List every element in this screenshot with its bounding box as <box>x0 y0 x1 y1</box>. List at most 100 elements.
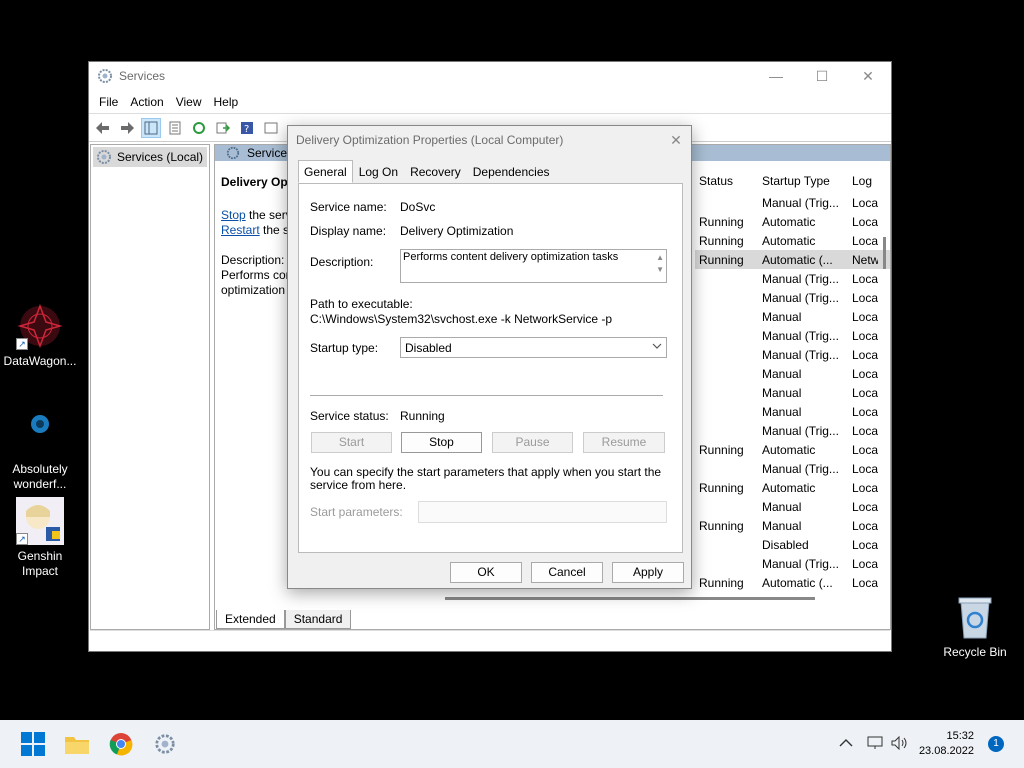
stop-button[interactable]: Stop <box>401 432 482 453</box>
services-gear-icon[interactable] <box>151 730 179 758</box>
start-parameters-input[interactable] <box>418 501 667 523</box>
refresh-icon[interactable] <box>189 118 209 138</box>
scroll-up-icon[interactable]: ▲ <box>656 252 664 264</box>
resume-button[interactable]: Resume <box>583 432 665 453</box>
table-row[interactable]: Running Automatic Loca <box>695 440 890 459</box>
cell-startup: Manual (Trig... <box>762 328 839 343</box>
help-icon[interactable]: ? <box>237 118 257 138</box>
horizontal-scrollbar[interactable] <box>445 597 815 600</box>
forward-arrow-icon[interactable] <box>117 118 137 138</box>
tab-standard[interactable]: Standard <box>284 610 352 629</box>
column-startup-type[interactable]: Startup Type <box>758 174 848 188</box>
cell-startup: Manual (Trig... <box>762 423 839 438</box>
cell-log: Loca <box>852 575 878 590</box>
services-titlebar[interactable]: Services — ☐ ✕ <box>89 62 891 90</box>
close-icon[interactable]: ✕ <box>661 132 691 149</box>
chevron-up-icon[interactable] <box>839 737 853 751</box>
column-log-on-as[interactable]: Log <box>848 174 878 188</box>
menu-action[interactable]: Action <box>124 95 169 109</box>
clock[interactable]: 15:32 23.08.2022 <box>919 729 974 759</box>
cell-startup: Manual <box>762 309 802 324</box>
cell-log: Loca <box>852 423 878 438</box>
table-row[interactable]: Manual (Trig... Loca <box>695 554 890 573</box>
tree-item-services-local[interactable]: Services (Local) <box>93 147 207 167</box>
table-row[interactable]: Manual Loca <box>695 307 890 326</box>
tab-recovery[interactable]: Recovery <box>404 160 467 183</box>
desktop-icon-label: Absolutely wonderf... <box>12 462 68 491</box>
cell-log: Loca <box>852 556 878 571</box>
file-explorer-icon[interactable] <box>63 730 91 758</box>
export-icon[interactable] <box>213 118 233 138</box>
table-row[interactable]: Running Automatic (... Netw <box>695 250 890 269</box>
genshin-impact-icon: ↗ <box>16 497 64 545</box>
console-tree-icon[interactable] <box>141 117 161 138</box>
maximize-icon[interactable]: ☐ <box>799 62 845 90</box>
table-row[interactable]: Manual (Trig... Loca <box>695 345 890 364</box>
column-status[interactable]: Status <box>695 174 758 188</box>
clock-time: 15:32 <box>946 730 974 742</box>
properties-dialog[interactable]: Delivery Optimization Properties (Local … <box>287 125 692 589</box>
desktop-icon-recycle-bin[interactable]: Recycle Bin <box>940 596 1010 659</box>
notification-badge[interactable]: 1 <box>988 736 1004 752</box>
network-icon[interactable] <box>867 736 883 753</box>
minimize-icon[interactable]: — <box>753 62 799 90</box>
close-icon[interactable]: ✕ <box>845 62 891 90</box>
system-tray: 15:32 23.08.2022 1 <box>839 720 1024 768</box>
menu-help[interactable]: Help <box>208 95 245 109</box>
table-row[interactable]: Running Automatic Loca <box>695 231 890 250</box>
stop-service-link[interactable]: Stop <box>221 208 246 222</box>
tab-general[interactable]: General <box>298 160 353 183</box>
dialog-titlebar[interactable]: Delivery Optimization Properties (Local … <box>288 126 691 154</box>
table-row[interactable]: Manual Loca <box>695 383 890 402</box>
tab-dependencies[interactable]: Dependencies <box>467 160 556 183</box>
menu-file[interactable]: File <box>93 95 124 109</box>
menu-view[interactable]: View <box>170 95 208 109</box>
start-button[interactable]: Start <box>311 432 392 453</box>
table-row[interactable]: Manual (Trig... Loca <box>695 269 890 288</box>
cancel-button[interactable]: Cancel <box>531 562 603 583</box>
table-row[interactable]: Running Manual Loca <box>695 516 890 535</box>
table-row[interactable]: Manual Loca <box>695 497 890 516</box>
startup-type-select[interactable]: Disabled <box>400 337 667 358</box>
table-row[interactable]: Disabled Loca <box>695 535 890 554</box>
dialog-title: Delivery Optimization Properties (Local … <box>296 133 564 147</box>
desktop-icon-absolutely-wonderful[interactable]: Absolutely wonderf... <box>0 410 80 492</box>
desktop-icon-datawagon[interactable]: ↗ DataWagon... <box>0 302 80 369</box>
table-row[interactable]: Manual (Trig... Loca <box>695 459 890 478</box>
start-windows-icon[interactable] <box>19 730 47 758</box>
table-row[interactable]: Manual Loca <box>695 402 890 421</box>
restart-service-link[interactable]: Restart <box>221 223 260 237</box>
chrome-icon[interactable] <box>107 730 135 758</box>
cell-log: Loca <box>852 442 878 457</box>
table-row[interactable]: Manual Loca <box>695 364 890 383</box>
table-row[interactable]: Running Automatic Loca <box>695 478 890 497</box>
table-row[interactable]: Running Automatic (... Loca <box>695 573 890 592</box>
tab-log-on[interactable]: Log On <box>353 160 404 183</box>
table-row[interactable]: Manual (Trig... Loca <box>695 193 890 212</box>
cell-log: Loca <box>852 233 878 248</box>
cell-startup: Manual (Trig... <box>762 290 839 305</box>
table-row[interactable]: Manual (Trig... Loca <box>695 288 890 307</box>
ok-button[interactable]: OK <box>450 562 522 583</box>
cell-startup: Disabled <box>762 537 809 552</box>
scroll-down-icon[interactable]: ▼ <box>656 264 664 276</box>
desktop-icon-genshin-impact[interactable]: ↗ Genshin Impact <box>0 497 80 579</box>
description-box[interactable]: Performs content delivery optimization t… <box>400 249 667 283</box>
volume-icon[interactable] <box>891 735 909 753</box>
table-row[interactable]: Manual (Trig... Loca <box>695 326 890 345</box>
pause-button[interactable]: Pause <box>492 432 573 453</box>
list-view-icon[interactable] <box>261 118 281 138</box>
services-gear-icon <box>226 146 240 160</box>
properties-list-icon[interactable] <box>165 118 185 138</box>
back-arrow-icon[interactable] <box>93 118 113 138</box>
apply-button[interactable]: Apply <box>612 562 684 583</box>
display-name-value: Delivery Optimization <box>400 224 514 238</box>
description-scroll[interactable]: ▲ ▼ <box>656 252 664 276</box>
tab-extended[interactable]: Extended <box>216 610 285 629</box>
desktop-icon-label: Genshin Impact <box>17 549 63 578</box>
table-row[interactable]: Manual (Trig... Loca <box>695 421 890 440</box>
table-row[interactable]: Running Automatic Loca <box>695 212 890 231</box>
cell-log: Loca <box>852 271 878 286</box>
vertical-scrollbar[interactable] <box>880 169 890 609</box>
general-tab-panel: Service name: DoSvc Display name: Delive… <box>298 183 683 553</box>
